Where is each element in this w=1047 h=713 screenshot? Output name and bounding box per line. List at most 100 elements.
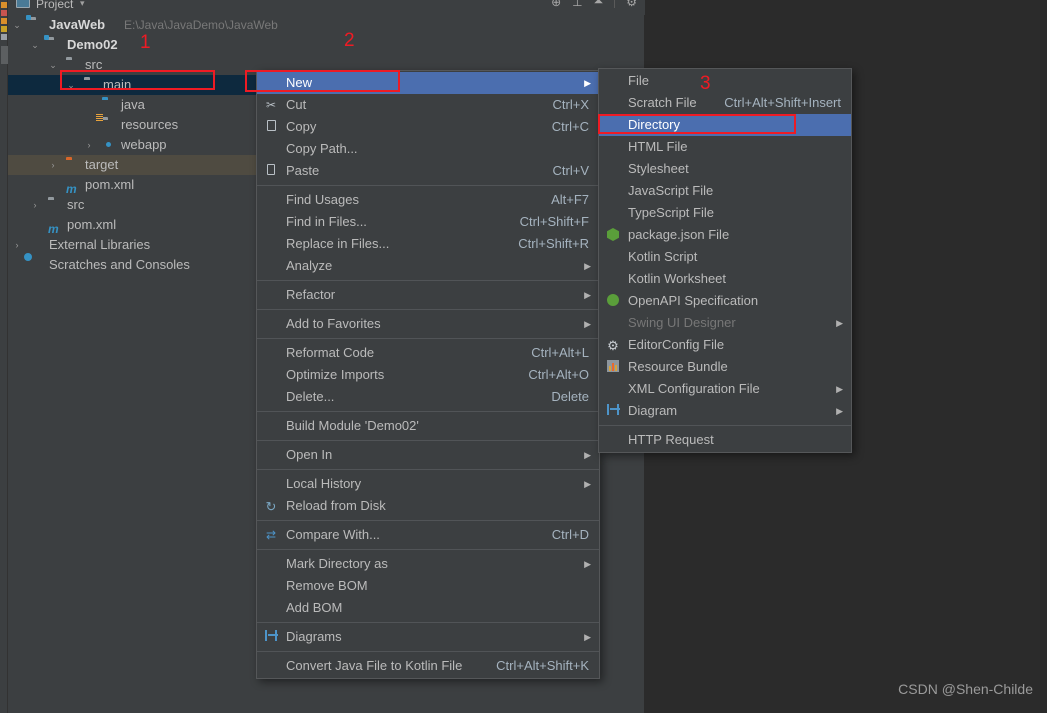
menu-item-optimize-imports[interactable]: Optimize Imports Ctrl+Alt+O — [257, 364, 599, 386]
menu-item-new[interactable]: New ▶ — [257, 72, 599, 94]
menu-item-delete[interactable]: Delete... Delete — [257, 386, 599, 408]
menu-item-typescript-file[interactable]: TS TypeScript File — [599, 202, 851, 224]
js-file-icon: JS — [613, 179, 619, 185]
menu-item-editorconfig-file[interactable]: ⚙ EditorConfig File — [599, 334, 851, 356]
menu-item-cut[interactable]: ✂ Cut Ctrl+X — [257, 94, 599, 116]
submenu-arrow-icon: ▶ — [584, 78, 591, 88]
help-icon[interactable]: ⊕ — [551, 0, 561, 9]
menu-item-directory[interactable]: Directory — [599, 114, 851, 136]
menu-item-xml-configuration-file[interactable]: <> XML Configuration File ▶ — [599, 378, 851, 400]
menu-item-shortcut: Ctrl+X — [552, 97, 589, 112]
tree-item-demo02[interactable]: ⌄ Demo02 — [8, 35, 645, 55]
strip-icon-1[interactable] — [1, 2, 7, 8]
collapse-icon[interactable]: ⏶ — [594, 0, 604, 9]
submenu-arrow-icon: ▶ — [584, 559, 591, 569]
menu-item-label: package.json File — [628, 227, 730, 242]
menu-item-html-file[interactable]: H HTML File — [599, 136, 851, 158]
menu-item-javascript-file[interactable]: JS JavaScript File — [599, 180, 851, 202]
tool-window-title: Project — [36, 0, 74, 11]
strip-icon-5[interactable] — [1, 34, 7, 40]
menu-separator — [257, 440, 599, 441]
menu-item-openapi-specification[interactable]: OpenAPI Specification — [599, 290, 851, 312]
menu-item-diagrams[interactable]: Diagrams ▶ — [257, 626, 599, 648]
directory-icon — [605, 118, 621, 133]
minimize-icon[interactable]: ⊥ — [572, 0, 582, 9]
chevron-down-icon[interactable]: ⌄ — [28, 35, 42, 55]
settings-icon[interactable]: ⚙ — [626, 0, 637, 9]
menu-item-shortcut: Ctrl+D — [551, 527, 589, 542]
project-icon — [16, 0, 30, 8]
tree-item-javaweb[interactable]: ⌄ JavaWeb E:\Java\JavaDemo\JavaWeb — [8, 15, 645, 35]
menu-item-mark-directory-as[interactable]: Mark Directory as ▶ — [257, 553, 599, 575]
scratches-icon — [30, 259, 44, 272]
menu-item-package-json-file[interactable]: package.json File — [599, 224, 851, 246]
scratch-file-icon — [605, 96, 621, 111]
menu-item-label: File — [628, 73, 649, 88]
menu-item-reformat-code[interactable]: Reformat Code Ctrl+Alt+L — [257, 342, 599, 364]
menu-item-kotlin-worksheet[interactable]: Kotlin Worksheet — [599, 268, 851, 290]
menu-item-label: Kotlin Script — [628, 249, 698, 264]
menu-item-shortcut: Ctrl+Alt+Shift+Insert — [724, 95, 841, 110]
menu-item-find-usages[interactable]: Find Usages Alt+F7 — [257, 189, 599, 211]
chevron-down-icon[interactable]: ⌄ — [10, 15, 24, 35]
menu-item-open-in[interactable]: Open In ▶ — [257, 444, 599, 466]
strip-icon-4[interactable] — [1, 26, 7, 32]
menu-item-file[interactable]: File — [599, 70, 851, 92]
kotlin-icon — [605, 272, 621, 287]
left-tool-strip[interactable] — [0, 0, 8, 713]
chevron-right-icon[interactable]: › — [10, 235, 24, 255]
paste-icon — [263, 164, 279, 179]
scrollbar-thumb[interactable] — [1, 46, 8, 64]
menu-item-paste[interactable]: Paste Ctrl+V — [257, 160, 599, 182]
chevron-down-icon[interactable]: ▾ — [80, 0, 85, 9]
tool-window-actions: ⊕ ⊥ ⏶ ⚙ — [551, 0, 637, 9]
compare-icon: ⇄ — [265, 528, 277, 542]
menu-item-label: XML Configuration File — [628, 381, 760, 396]
menu-separator — [257, 411, 599, 412]
menu-separator — [257, 338, 599, 339]
chevron-right-icon[interactable]: › — [28, 195, 42, 215]
tree-item-label: pom.xml — [85, 177, 135, 192]
menu-item-replace-in-files[interactable]: Replace in Files... Ctrl+Shift+R — [257, 233, 599, 255]
menu-item-label: Analyze — [286, 258, 333, 273]
menu-item-label: OpenAPI Specification — [628, 293, 759, 308]
menu-item-resource-bundle[interactable]: Resource Bundle — [599, 356, 851, 378]
chevron-right-icon[interactable]: › — [46, 155, 60, 175]
menu-item-reload-from-disk[interactable]: ↻ Reload from Disk — [257, 495, 599, 517]
submenu-arrow-icon: ▶ — [584, 261, 591, 271]
menu-separator — [257, 651, 599, 652]
strip-icon-2[interactable] — [1, 10, 7, 16]
menu-item-find-in-files[interactable]: Find in Files... Ctrl+Shift+F — [257, 211, 599, 233]
menu-item-kotlin-script[interactable]: Kotlin Script — [599, 246, 851, 268]
menu-item-local-history[interactable]: Local History ▶ — [257, 473, 599, 495]
new-submenu[interactable]: File Scratch File Ctrl+Alt+Shift+Insert Dir… — [598, 68, 852, 453]
menu-item-remove-bom[interactable]: Remove BOM — [257, 575, 599, 597]
submenu-arrow-icon: ▶ — [584, 632, 591, 642]
menu-item-label: Add BOM — [286, 600, 343, 615]
menu-item-add-bom[interactable]: Add BOM — [257, 597, 599, 619]
reload-icon: ↻ — [265, 499, 277, 514]
menu-item-refactor[interactable]: Refactor ▶ — [257, 284, 599, 306]
menu-item-diagram[interactable]: Diagram ▶ — [599, 400, 851, 422]
menu-separator — [257, 622, 599, 623]
chevron-right-icon[interactable]: › — [82, 135, 96, 155]
module-folder-icon — [48, 39, 62, 52]
menu-item-convert-java-file-to-kotlin-file[interactable]: Convert Java File to Kotlin File Ctrl+Alt… — [257, 655, 599, 677]
strip-icon-3[interactable] — [1, 18, 7, 24]
chevron-down-icon[interactable]: ⌄ — [64, 75, 78, 95]
ide-window: Project ▾ ⊕ ⊥ ⏶ ⚙ ⌄ JavaWeb E:\Java\JavaDe… — [0, 0, 1047, 713]
tree-item-label: External Libraries — [49, 237, 151, 252]
menu-item-build-module-demo02[interactable]: Build Module 'Demo02' — [257, 415, 599, 437]
menu-item-scratch-file[interactable]: Scratch File Ctrl+Alt+Shift+Insert — [599, 92, 851, 114]
menu-item-copy-path[interactable]: Copy Path... — [257, 138, 599, 160]
menu-item-copy[interactable]: Copy Ctrl+C — [257, 116, 599, 138]
context-menu[interactable]: New ▶ ✂ Cut Ctrl+X Copy Ctrl+C Copy Path... Past… — [256, 70, 600, 679]
menu-item-add-to-favorites[interactable]: Add to Favorites ▶ — [257, 313, 599, 335]
menu-item-http-request[interactable]: API HTTP Request — [599, 429, 851, 451]
copy-icon — [263, 120, 279, 135]
menu-item-stylesheet[interactable]: CSS Stylesheet — [599, 158, 851, 180]
chevron-down-icon[interactable]: ⌄ — [46, 55, 60, 75]
folder-orange-icon — [66, 159, 80, 172]
menu-item-analyze[interactable]: Analyze ▶ — [257, 255, 599, 277]
menu-item-compare-with[interactable]: ⇄ Compare With... Ctrl+D — [257, 524, 599, 546]
